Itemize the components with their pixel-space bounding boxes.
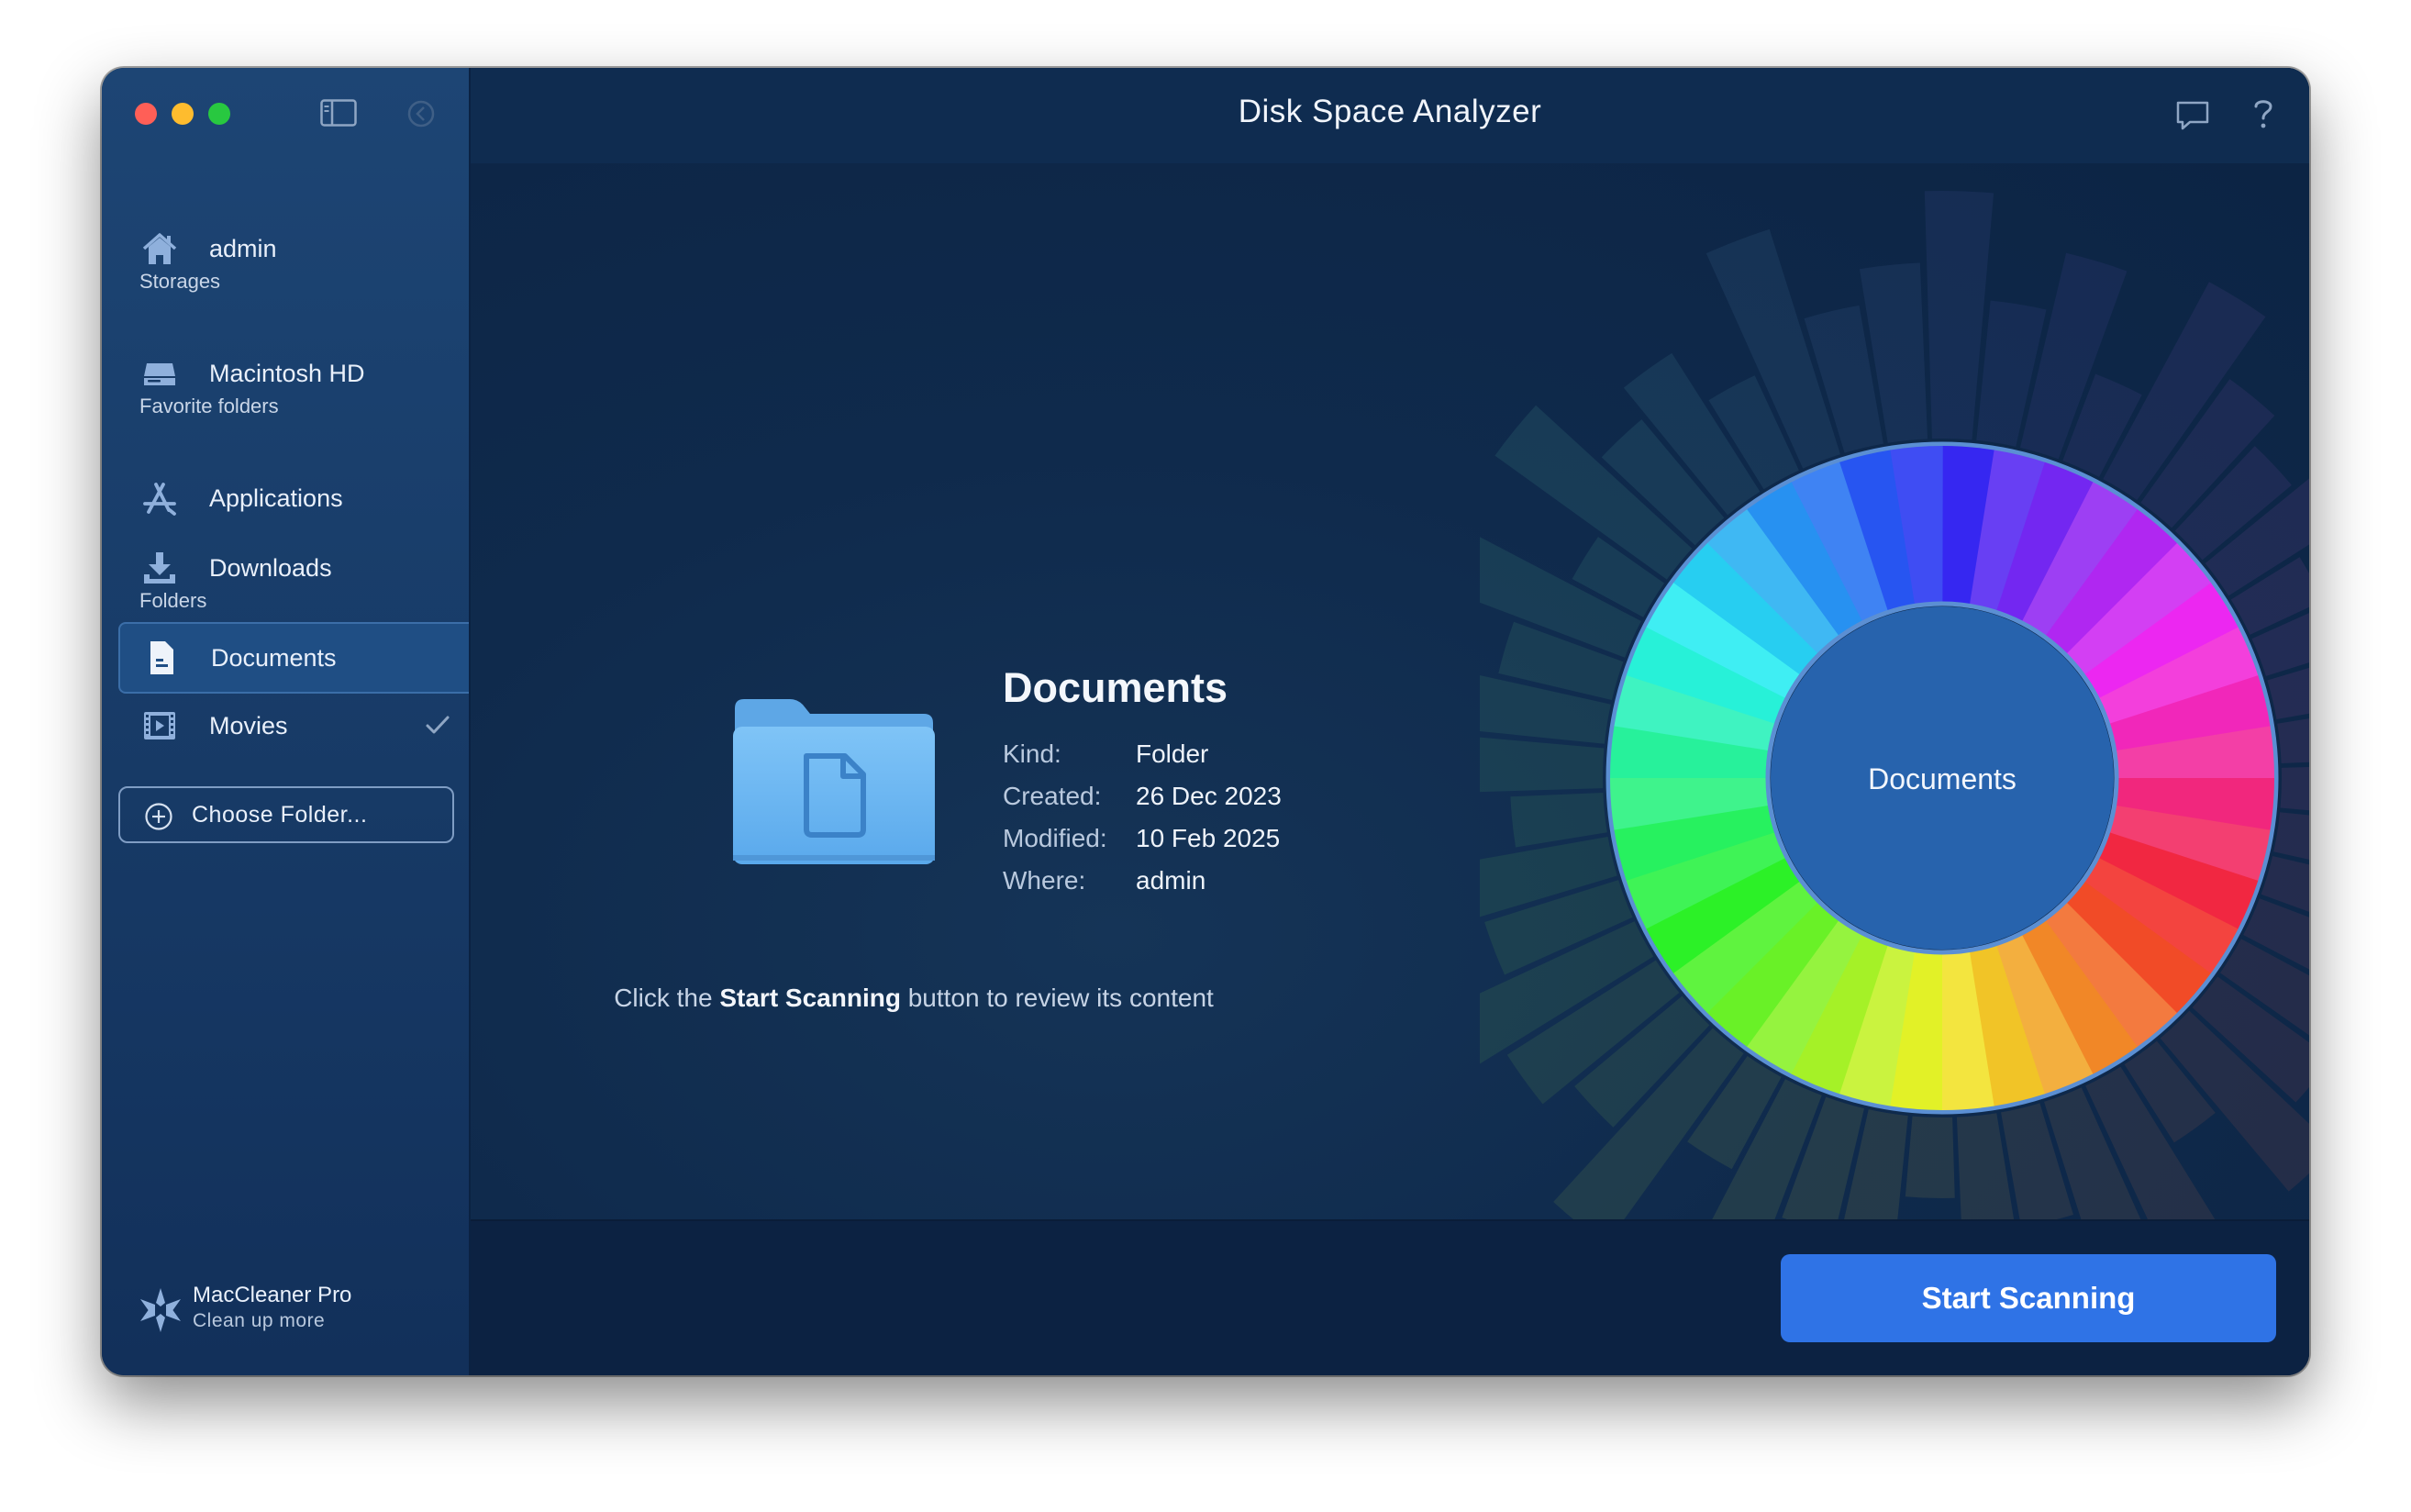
sidebar-item-label: admin	[209, 234, 277, 262]
choose-folder-button[interactable]: Choose Folder...	[118, 786, 454, 843]
section-header-storages: Storages	[139, 270, 221, 293]
info-value: admin	[1136, 866, 1206, 895]
help-icon[interactable]	[2245, 94, 2282, 134]
hint-text: Click the	[614, 984, 720, 1012]
scan-hint: Click the Start Scanning button to revie…	[471, 984, 1357, 1013]
center-label: Documents	[1868, 762, 2017, 795]
maccleaner-logo-icon	[140, 1288, 181, 1332]
promo-title: MacCleaner Pro	[193, 1283, 352, 1307]
home-icon	[142, 233, 177, 264]
back-icon[interactable]	[406, 99, 436, 128]
plus-circle-icon	[145, 803, 172, 830]
sidebar-item-applications[interactable]: Applications	[118, 464, 469, 532]
window-title: Disk Space Analyzer	[1238, 94, 1542, 129]
section-header-favorites: Favorite folders	[139, 395, 279, 417]
sidebar-item-label: Downloads	[209, 553, 332, 582]
sidebar-item-label: Documents	[211, 643, 337, 672]
sidebar-item-documents[interactable]: Documents	[118, 622, 469, 694]
sidebar-toggle-icon[interactable]	[320, 99, 357, 127]
background-ray	[2280, 766, 2309, 811]
drive-icon	[144, 363, 175, 385]
folder-name: Documents	[1003, 664, 1228, 711]
minimize-window-button[interactable]	[172, 103, 194, 125]
section-header-folders: Folders	[139, 589, 207, 612]
start-scanning-button[interactable]: Start Scanning	[1781, 1254, 2276, 1342]
folder-icon	[733, 699, 935, 864]
sidebar-item-label: Applications	[209, 484, 343, 512]
choose-folder-label: Choose Folder...	[192, 801, 368, 828]
download-icon	[144, 552, 175, 584]
document-icon	[150, 641, 173, 674]
sidebar-item-label: Macintosh HD	[209, 359, 365, 387]
feedback-icon[interactable]	[2175, 99, 2210, 132]
background-ray	[1905, 1116, 1955, 1199]
info-key: Modified:	[1003, 824, 1107, 852]
sidebar-item-label: Movies	[209, 711, 288, 739]
promo-subtitle: Clean up more	[193, 1310, 326, 1331]
sidebar-item-movies[interactable]: Movies	[118, 692, 469, 760]
checkmark-icon	[426, 716, 450, 734]
info-value: 10 Feb 2025	[1136, 824, 1281, 852]
background-ray	[1510, 792, 1607, 848]
close-window-button[interactable]	[135, 103, 157, 125]
film-icon	[144, 712, 175, 739]
app-window: admin Storages Macintosh HD Favorite fol…	[102, 68, 2309, 1375]
sidebar: admin Storages Macintosh HD Favorite fol…	[102, 68, 471, 1375]
maccleaner-promo[interactable]: MacCleaner Pro Clean up more	[137, 1281, 449, 1345]
info-value: Folder	[1136, 739, 1209, 768]
info-value: 26 Dec 2023	[1136, 782, 1282, 810]
info-key: Created:	[1003, 782, 1102, 810]
info-key: Kind:	[1003, 739, 1061, 768]
zoom-window-button[interactable]	[208, 103, 230, 125]
sunburst-chart: Documents	[1480, 191, 2309, 1262]
main-panel: Disk Space Analyzer Documents Kind: Fold…	[471, 68, 2309, 1375]
hint-text: button to review its content	[900, 984, 1214, 1012]
app-store-icon	[143, 483, 176, 516]
title-bar: Disk Space Analyzer	[471, 68, 2309, 163]
bottom-bar: Start Scanning	[471, 1219, 2309, 1375]
hint-emphasis: Start Scanning	[719, 984, 901, 1012]
info-key: Where:	[1003, 866, 1086, 895]
